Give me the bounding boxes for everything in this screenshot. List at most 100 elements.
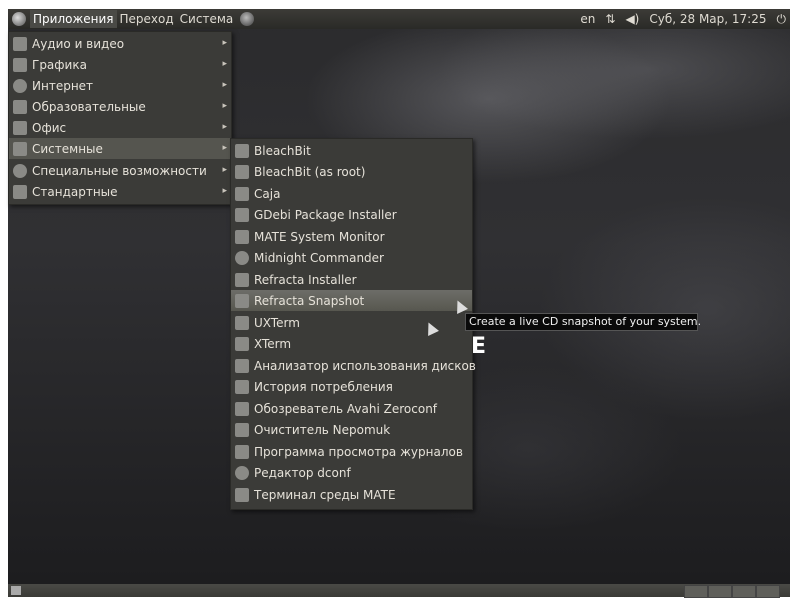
menu-item-label: Интернет [32,78,94,93]
monitor-icon [235,272,249,287]
applications-dropdown: Аудио и видео ▸ Графика ▸ Интернет ▸ Образо… [8,31,232,205]
bleachbit-icon [235,143,249,158]
menu-item-label: UXTerm [254,315,300,330]
top-panel: Приложения Переход Система en ⇅ ◀) Суб, … [8,9,790,29]
clock[interactable]: Суб, 28 Мар, 17:25 [649,12,766,26]
menu-item-label: Терминал среды MATE [254,487,396,502]
menu-item-mate-terminal[interactable]: Терминал среды MATE [231,484,472,505]
menu-item-refracta-snapshot[interactable]: Refracta Snapshot [231,290,472,311]
network-arrows-icon [235,401,249,416]
menu-item-log-viewer[interactable]: Программа просмотра журналов [231,441,472,462]
menu-item-avahi-browser[interactable]: Обозреватель Avahi Zeroconf [231,398,472,419]
graphics-icon [13,57,27,72]
chevron-right-icon: ▸ [222,101,227,111]
chevron-right-icon: ▸ [222,59,227,69]
menu-item-system-monitor[interactable]: MATE System Monitor [231,226,472,247]
places-menu[interactable]: Переход [117,10,177,28]
menu-item-label: Аудио и видео [32,36,125,51]
menu-item-usage-history[interactable]: История потребления [231,376,472,397]
bottom-panel [8,584,790,598]
menu-item-internet[interactable]: Интернет ▸ [9,75,231,96]
menu-item-caja[interactable]: Caja [231,183,472,204]
chevron-right-icon: ▸ [222,80,227,90]
menu-item-gdebi[interactable]: GDebi Package Installer [231,204,472,225]
accessories-icon [13,184,27,199]
menu-item-label: Графика [32,57,87,72]
menu-item-midnight-commander[interactable]: Midnight Commander [231,247,472,268]
menu-item-education[interactable]: Образовательные ▸ [9,96,231,117]
menu-item-label: Refracta Snapshot [254,293,365,308]
menu-item-label: Очиститель Nepomuk [254,422,391,437]
power-icon[interactable]: ⏻ [777,12,787,27]
menu-item-nepomuk-cleaner[interactable]: Очиститель Nepomuk [231,419,472,440]
system-monitor-icon [235,229,249,244]
office-icon [13,120,27,135]
workspace-1[interactable] [684,585,708,598]
chevron-right-icon: ▸ [222,122,227,132]
show-desktop-icon[interactable] [11,586,21,595]
menu-item-graphics[interactable]: Графика ▸ [9,54,231,75]
keyboard-layout-indicator[interactable]: en [580,12,595,26]
menu-item-label: Анализатор использования дисков [254,358,476,373]
chart-icon [235,379,249,394]
menu-item-label: История потребления [254,379,393,394]
menu-item-label: XTerm [254,336,292,351]
caja-icon [235,186,249,201]
internet-icon [13,78,27,93]
disk-usage-icon [235,358,249,373]
package-icon [235,207,249,222]
menu-item-label: Стандартные [32,184,118,199]
log-viewer-icon [235,444,249,459]
menu-item-accessories[interactable]: Стандартные ▸ [9,181,231,202]
midnight-commander-icon [235,250,249,265]
system-menu[interactable]: Система [177,10,237,28]
system-icon [13,141,27,156]
dconf-icon [235,465,249,480]
accessibility-icon [13,163,27,178]
menu-item-label: Midnight Commander [254,250,384,265]
workspace-4[interactable] [756,585,780,598]
mate-logo-icon[interactable] [12,12,26,26]
bleachbit-icon [235,164,249,179]
chevron-right-icon: ▸ [222,143,227,153]
tooltip: Create a live CD snapshot of your system… [465,313,701,331]
menu-item-xterm[interactable]: XTerm [231,333,472,354]
workspace-3[interactable] [732,585,756,598]
applications-menu[interactable]: Приложения [30,10,117,28]
menu-item-bleachbit-root[interactable]: BleachBit (as root) [231,161,472,182]
tray-area: en ⇅ ◀) Суб, 28 Мар, 17:25 ⏻ [580,12,790,27]
menu-item-dconf-editor[interactable]: Редактор dconf [231,462,472,483]
web-browser-icon[interactable] [240,12,255,26]
menu-item-office[interactable]: Офис ▸ [9,117,231,138]
menu-item-system[interactable]: Системные ▸ [9,138,231,159]
menu-item-label: Офис [32,120,67,135]
nepomuk-icon [235,422,249,437]
menu-item-label: Системные [32,141,103,156]
menu-item-bleachbit[interactable]: BleachBit [231,140,472,161]
background-text: E [471,334,487,359]
menu-item-accessibility[interactable]: Специальные возможности ▸ [9,160,231,181]
menu-item-refracta-installer[interactable]: Refracta Installer [231,269,472,290]
system-submenu: BleachBit BleachBit (as root) Caja GDebi… [230,138,476,510]
menu-item-label: GDebi Package Installer [254,207,397,222]
speaker-icon[interactable]: ◀) [625,12,639,26]
menu-item-label: BleachBit (as root) [254,164,366,179]
menu-item-label: BleachBit [254,143,311,158]
terminal-icon [235,487,249,502]
terminal-icon [235,336,249,351]
education-icon [13,99,27,114]
workspace-2[interactable] [708,585,732,598]
menu-item-audio-video[interactable]: Аудио и видео ▸ [9,33,231,54]
menu-item-label: Refracta Installer [254,272,357,287]
menu-item-disk-usage[interactable]: Анализатор использования дисков [231,355,476,376]
chevron-right-icon: ▸ [222,186,227,196]
menu-item-label: Образовательные [32,99,146,114]
menu-item-label: Программа просмотра журналов [254,444,463,459]
menu-item-label: Специальные возможности [32,163,207,178]
menu-item-label: Caja [254,186,281,201]
multimedia-icon [13,36,27,51]
menu-item-label: MATE System Monitor [254,229,385,244]
monitor-icon [235,293,249,308]
menu-item-label: Редактор dconf [254,465,351,480]
network-arrows-icon[interactable]: ⇅ [605,12,615,26]
